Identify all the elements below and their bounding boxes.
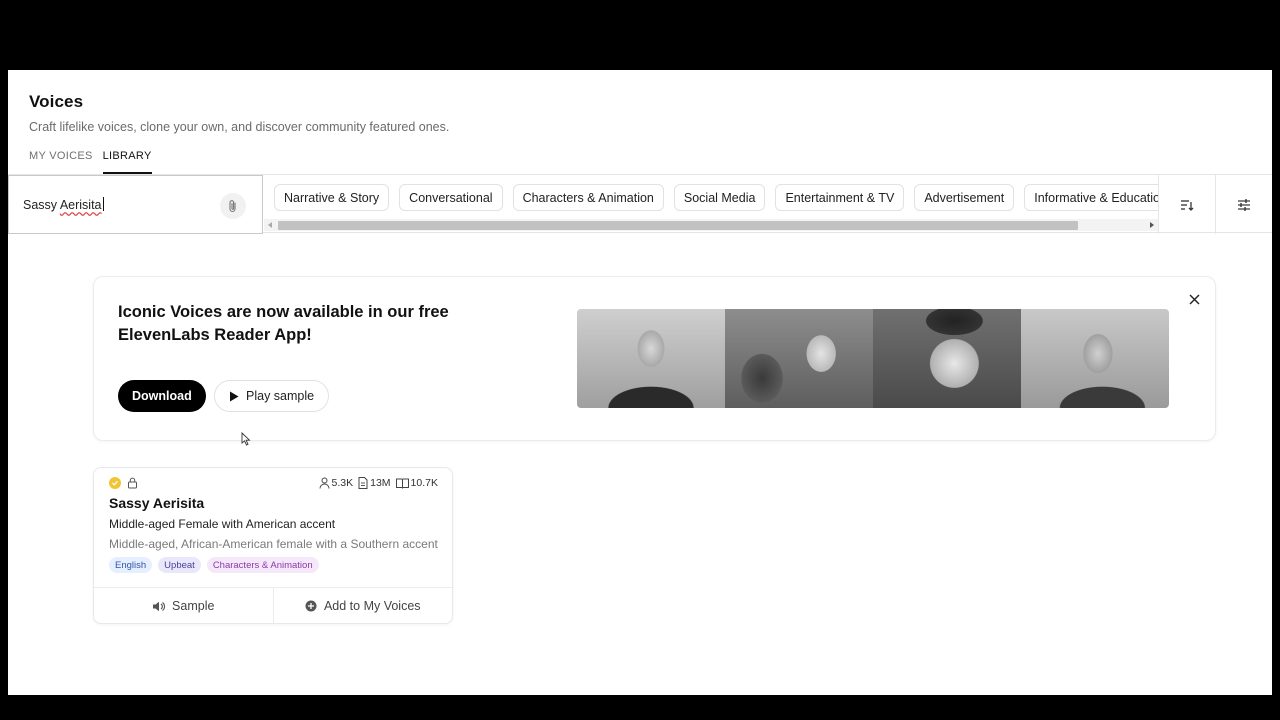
page-header: Voices Craft lifelike voices, clone your… <box>29 92 449 134</box>
close-icon <box>1189 294 1199 304</box>
verified-icon <box>109 477 121 489</box>
app-window: Voices Craft lifelike voices, clone your… <box>8 70 1272 695</box>
category-chip[interactable]: Entertainment & TV <box>775 184 905 211</box>
attach-button[interactable] <box>220 193 246 219</box>
tag-badge: Upbeat <box>158 557 201 573</box>
characters-count: 13M <box>370 477 391 489</box>
category-chip[interactable]: Informative & Educational <box>1024 184 1159 211</box>
card-status-icons <box>109 477 138 489</box>
tab-library[interactable]: LIBRARY <box>102 150 152 174</box>
characters-stat: 13M <box>358 477 391 489</box>
celebrity-photo <box>1021 309 1169 408</box>
category-chip[interactable]: Narrative & Story <box>274 184 390 211</box>
iconic-voices-banner: Iconic Voices are now available in our f… <box>93 276 1216 441</box>
book-icon <box>395 478 409 489</box>
search-value-misspelled: Aerisita <box>59 198 102 212</box>
filter-button[interactable] <box>1215 175 1272 234</box>
voice-name: Sassy Aerisita <box>109 495 205 511</box>
banner-title: Iconic Voices are now available in our f… <box>118 303 449 344</box>
tag-badge: Characters & Animation <box>206 557 319 573</box>
user-icon <box>319 477 329 489</box>
mouse-cursor-icon <box>241 432 251 446</box>
speaker-icon <box>153 601 166 611</box>
sample-button[interactable]: Sample <box>94 588 273 624</box>
category-scroller[interactable]: Narrative & Story Conversational Charact… <box>264 175 1159 234</box>
scroll-left-arrow-icon[interactable] <box>268 222 272 228</box>
category-chip[interactable]: Advertisement <box>914 184 1015 211</box>
voice-long-description: Middle-aged, African-American female wit… <box>109 537 438 551</box>
scroll-right-arrow-icon[interactable] <box>1150 222 1154 228</box>
category-chips: Narrative & Story Conversational Charact… <box>274 184 1159 211</box>
category-chip[interactable]: Social Media <box>673 184 766 211</box>
voice-card[interactable]: 5.3K 13M 10.7K Sassy Aerisita Middle-age… <box>93 467 453 624</box>
voice-tabs: MY VOICES LIBRARY <box>29 150 162 174</box>
clones-stat: 10.7K <box>395 477 438 489</box>
paperclip-icon <box>229 200 236 213</box>
horizontal-scrollbar[interactable] <box>264 219 1159 231</box>
celebrity-photo <box>725 309 873 408</box>
scrollbar-thumb[interactable] <box>278 221 1078 230</box>
play-sample-button[interactable]: Play sample <box>214 380 330 412</box>
sort-icon <box>1181 199 1194 211</box>
page-subtitle: Craft lifelike voices, clone your own, a… <box>29 120 450 134</box>
tab-my-voices[interactable]: MY VOICES <box>29 150 93 174</box>
search-input[interactable]: Sassy Aerisita <box>23 197 104 212</box>
search-box[interactable]: Sassy Aerisita <box>8 175 263 234</box>
download-button[interactable]: Download <box>118 380 206 412</box>
voice-tags: English Upbeat Characters & Animation <box>109 557 319 573</box>
celebrity-photo <box>577 309 725 408</box>
users-count: 5.3K <box>331 477 354 489</box>
page-title: Voices <box>29 92 84 111</box>
close-banner-button[interactable] <box>1185 290 1203 308</box>
card-actions: Sample Add to My Voices <box>94 587 452 624</box>
search-value-first: Sassy <box>23 198 60 212</box>
users-stat: 5.3K <box>319 477 354 489</box>
celebrity-photo <box>873 309 1021 408</box>
clones-count: 10.7K <box>410 477 438 489</box>
tag-badge: English <box>109 557 153 573</box>
sample-label: Sample <box>172 599 215 613</box>
category-chip[interactable]: Conversational <box>399 184 503 211</box>
category-chip[interactable]: Characters & Animation <box>512 184 664 211</box>
document-icon <box>358 477 368 489</box>
voice-stats: 5.3K 13M 10.7K <box>319 477 438 489</box>
library-toolbar: Sassy Aerisita Narrative & Story Convers… <box>8 174 1272 234</box>
sort-button[interactable] <box>1158 175 1215 234</box>
text-caret <box>102 197 104 211</box>
play-icon <box>230 391 239 401</box>
celebrity-photos <box>577 309 1169 408</box>
voice-description: Middle-aged Female with American accent <box>109 517 336 531</box>
play-sample-label: Play sample <box>246 389 315 403</box>
plus-circle-icon <box>305 600 317 612</box>
add-to-my-voices-button[interactable]: Add to My Voices <box>272 588 453 624</box>
lock-icon <box>128 477 137 489</box>
add-to-my-voices-label: Add to My Voices <box>323 599 421 613</box>
sliders-icon <box>1238 198 1250 211</box>
